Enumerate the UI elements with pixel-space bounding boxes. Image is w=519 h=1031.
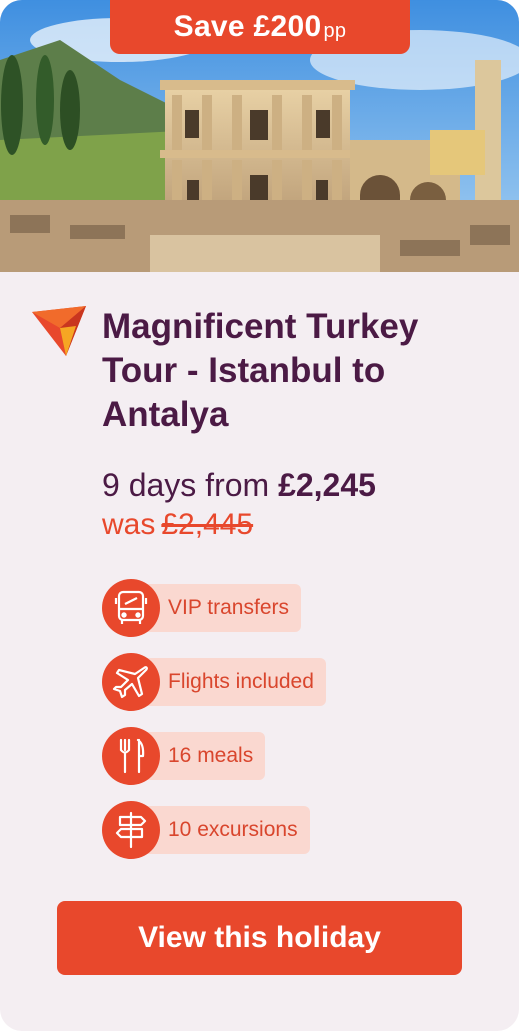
bus-icon bbox=[102, 579, 160, 637]
brand-logo-icon bbox=[32, 306, 86, 356]
save-badge-text: Save £200 bbox=[173, 10, 322, 43]
save-badge: Save £200 pp bbox=[110, 0, 410, 54]
duration-prefix: 9 days from bbox=[102, 467, 270, 503]
holiday-card: Save £200 pp Magnificent Turkey Tour - Is… bbox=[0, 0, 519, 1031]
was-label: was bbox=[102, 508, 156, 541]
price-line: 9 days from £2,245 bbox=[102, 467, 376, 504]
hero-image[interactable]: Save £200 pp bbox=[0, 0, 519, 272]
holiday-title[interactable]: Magnificent Turkey Tour - Istanbul to An… bbox=[102, 305, 502, 437]
save-badge-suffix: pp bbox=[323, 19, 347, 42]
was-price: £2,445 bbox=[161, 508, 254, 541]
current-price: £2,245 bbox=[278, 467, 376, 503]
signpost-icon bbox=[102, 801, 160, 859]
plane-icon bbox=[102, 653, 160, 711]
view-holiday-button[interactable]: View this holiday bbox=[57, 901, 462, 975]
feature-label: Flights included bbox=[132, 658, 326, 706]
cutlery-icon bbox=[102, 727, 160, 785]
was-price-line: was £2,445 bbox=[102, 508, 253, 542]
